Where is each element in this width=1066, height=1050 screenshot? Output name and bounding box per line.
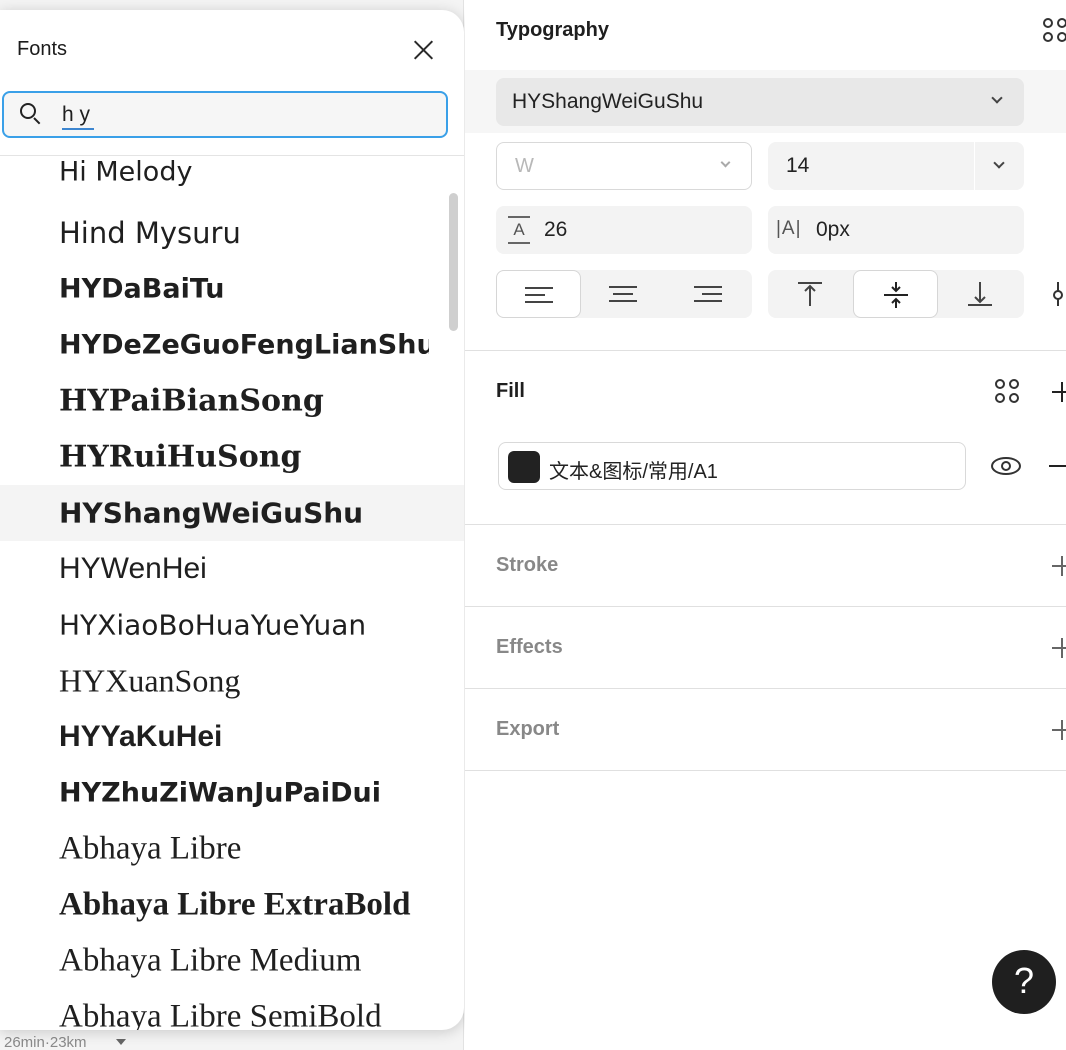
font-search-input[interactable] <box>62 101 422 129</box>
search-text-underline <box>62 128 94 130</box>
align-right-icon <box>694 284 722 304</box>
text-styles-grid-icon[interactable] <box>1043 18 1066 44</box>
line-height-input[interactable]: A 26 <box>496 206 752 254</box>
fonts-popup: Fonts Hi Melody Hind Mysuru HYDaBaiTu HYDeZ… <box>0 10 464 1030</box>
font-list-item[interactable]: Abhaya Libre Medium <box>0 933 464 989</box>
font-name-label: HYShangWeiGuShu <box>59 496 364 530</box>
search-icon <box>20 103 42 127</box>
font-list-item[interactable]: Abhaya Libre ExtraBold <box>0 877 464 933</box>
font-weight-select[interactable]: W <box>496 142 752 190</box>
font-name-label: Abhaya Libre <box>59 830 242 867</box>
properties-panel: Typography HYShangWeiGuShu W 14 A 26 |A|… <box>465 0 1066 1050</box>
font-list-item[interactable]: HYShangWeiGuShu <box>0 485 464 541</box>
font-list-item[interactable]: HYDaBaiTu <box>0 261 464 317</box>
font-list-item[interactable]: HYXuanSong <box>0 653 464 709</box>
letter-spacing-input[interactable]: |A| 0px <box>768 206 1024 254</box>
align-center-icon <box>609 284 637 304</box>
font-name-label: Abhaya Libre Medium <box>59 942 362 979</box>
align-top-icon <box>798 282 822 306</box>
add-effect-icon[interactable] <box>1052 638 1066 658</box>
align-bottom-icon <box>968 282 992 306</box>
align-top-button[interactable] <box>768 270 853 318</box>
divider <box>465 524 1066 525</box>
font-name-label: HYDeZeGuoFengLianShu <box>59 329 429 361</box>
line-height-icon: A <box>508 216 530 244</box>
divider <box>465 350 1066 351</box>
add-fill-icon[interactable] <box>1052 382 1066 402</box>
font-list-item[interactable]: Hind Mysuru <box>0 205 464 261</box>
export-title: Export <box>496 718 560 740</box>
text-align-group <box>496 270 752 318</box>
add-export-icon[interactable] <box>1052 720 1066 740</box>
font-name-label: Hi Melody <box>59 156 193 188</box>
font-name-label: HYXuanSong <box>59 662 241 699</box>
align-middle-button[interactable] <box>853 270 938 318</box>
fill-color-swatch[interactable] <box>508 451 540 483</box>
divider <box>465 770 1066 771</box>
divider <box>465 688 1066 689</box>
chevron-down-icon <box>720 157 731 168</box>
align-left-icon <box>525 285 553 305</box>
align-left-button[interactable] <box>496 270 581 318</box>
font-size-input[interactable]: 14 <box>768 142 1024 190</box>
font-family-value: HYShangWeiGuShu <box>512 90 704 113</box>
fill-style-row[interactable]: 文本&图标/常用/A1 <box>498 442 966 490</box>
font-list-scrollbar[interactable] <box>449 193 458 331</box>
font-name-label: HYWenHei <box>59 552 207 585</box>
divider <box>465 606 1066 607</box>
stroke-title: Stroke <box>496 554 559 576</box>
font-list-item[interactable]: HYWenHei <box>0 541 464 597</box>
font-name-label: HYDaBaiTu <box>59 273 225 305</box>
font-search-box[interactable] <box>2 91 448 138</box>
fill-style-name: 文本&图标/常用/A1 <box>549 461 718 483</box>
font-size-value: 14 <box>786 154 810 177</box>
align-right-button[interactable] <box>666 270 751 318</box>
fill-title: Fill <box>496 380 525 402</box>
font-size-dropdown-chevron-icon[interactable] <box>993 157 1005 169</box>
typography-title: Typography <box>496 19 609 41</box>
font-name-label: HYYaKuHei <box>59 720 223 753</box>
font-family-select[interactable]: HYShangWeiGuShu <box>496 78 1024 126</box>
fill-styles-grid-icon[interactable] <box>995 379 1021 405</box>
letter-spacing-value: 0px <box>816 218 850 241</box>
chevron-down-icon <box>991 92 1003 104</box>
font-list-item[interactable]: Abhaya Libre <box>0 821 464 877</box>
font-name-label: HYZhuZiWanJuPaiDui <box>59 777 381 809</box>
popup-title: Fonts <box>17 38 68 60</box>
font-list-item[interactable]: HYZhuZiWanJuPaiDui <box>0 765 464 821</box>
vertical-align-group <box>768 270 1024 318</box>
route-status-text: 26min·23km <box>4 1034 87 1050</box>
font-name-label: Abhaya Libre ExtraBold <box>59 886 411 923</box>
align-center-button[interactable] <box>581 270 666 318</box>
align-middle-icon <box>884 282 908 308</box>
remove-fill-icon[interactable] <box>1049 465 1066 467</box>
eye-icon[interactable] <box>991 454 1021 478</box>
font-list-item[interactable]: Hi Melody <box>0 156 464 200</box>
text-settings-slider-icon[interactable] <box>1053 282 1063 306</box>
letter-spacing-icon: |A| <box>776 218 802 239</box>
line-height-value: 26 <box>544 218 568 241</box>
font-list-item[interactable]: Abhaya Libre SemiBold <box>0 989 464 1031</box>
font-name-label: HYXiaoBoHuaYueYuan <box>59 608 367 642</box>
add-stroke-icon[interactable] <box>1052 556 1066 576</box>
font-list-item[interactable]: HYRuiHuSong <box>0 429 464 485</box>
font-list-item[interactable]: HYPaiBianSong <box>0 373 464 429</box>
font-name-label: HYPaiBianSong <box>59 383 324 419</box>
caret-down-icon[interactable] <box>116 1039 126 1045</box>
effects-title: Effects <box>496 636 563 658</box>
font-name-label: HYRuiHuSong <box>59 439 302 475</box>
font-list[interactable]: Hi Melody Hind Mysuru HYDaBaiTu HYDeZeGuoFe… <box>0 156 464 1030</box>
close-icon[interactable] <box>405 32 441 68</box>
font-weight-placeholder: W <box>515 155 534 177</box>
font-list-item[interactable]: HYYaKuHei <box>0 709 464 765</box>
font-name-label: Hind Mysuru <box>59 216 241 250</box>
align-bottom-button[interactable] <box>938 270 1023 318</box>
font-list-item[interactable]: HYDeZeGuoFengLianShu <box>0 317 464 373</box>
font-name-label: Abhaya Libre SemiBold <box>59 998 382 1031</box>
font-list-item[interactable]: HYXiaoBoHuaYueYuan <box>0 597 464 653</box>
help-button[interactable]: ? <box>992 950 1056 1014</box>
